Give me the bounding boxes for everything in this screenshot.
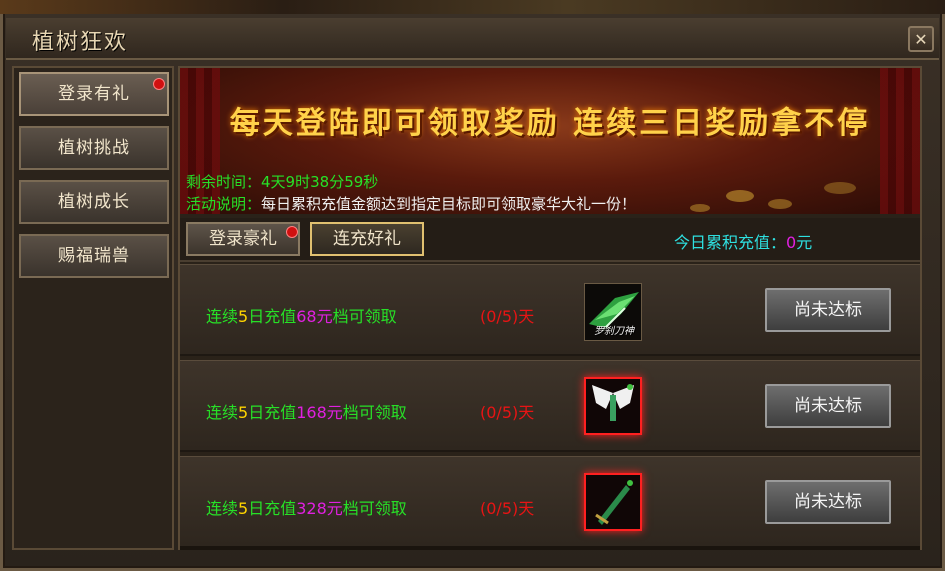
notification-dot: [286, 226, 298, 238]
tab-label: 登录豪礼: [209, 229, 277, 249]
item-art: [586, 379, 640, 433]
sidebar-item-lucky-beast[interactable]: 赐福瑞兽: [19, 234, 169, 278]
condition-text: 连续: [206, 403, 239, 422]
reward-condition: 连续5日充值68元档可领取: [206, 303, 397, 327]
close-icon: ✕: [914, 30, 928, 49]
window-title: 植树狂欢: [32, 30, 129, 55]
claim-button[interactable]: 尚未达标: [765, 288, 891, 332]
reward-condition: 连续5日充值168元档可领取: [206, 399, 407, 423]
claim-button[interactable]: 尚未达标: [765, 384, 891, 428]
top-strip: [0, 0, 945, 14]
reward-progress: (0/5)天: [480, 307, 535, 326]
remaining-time: 剩余时间：4天9时38分59秒: [186, 171, 378, 192]
condition-text: 日充值: [248, 403, 297, 422]
condition-amount: 168元: [296, 403, 343, 422]
jade-sword-icon[interactable]: [584, 473, 642, 531]
reward-condition: 连续5日充值328元档可领取: [206, 495, 407, 519]
condition-text: 连续: [206, 499, 239, 518]
condition-text: 连续: [206, 307, 239, 326]
condition-text: 日充值: [248, 307, 297, 326]
condition-text: 档可领取: [342, 499, 407, 518]
event-description: 活动说明：每日累积充值金额达到指定目标即可领取豪华大礼一份！: [186, 193, 636, 214]
sidebar-item-tree-growth[interactable]: 植树成长: [19, 180, 169, 224]
desc-label: 活动说明：: [186, 195, 262, 213]
condition-text: 日充值: [248, 499, 297, 518]
remaining-value: 4天9时38分59秒: [261, 173, 379, 191]
angel-wings-icon[interactable]: [584, 377, 642, 435]
reward-progress: (0/5)天: [480, 499, 535, 518]
tab-recharge-gift[interactable]: 连充好礼: [310, 222, 424, 256]
item-art: [586, 475, 640, 529]
remaining-label: 剩余时间：: [186, 173, 262, 191]
sidebar-item-label: 植树挑战: [58, 138, 130, 158]
close-button[interactable]: ✕: [908, 26, 934, 52]
desc-value: 每日累积充值金额达到指定目标即可领取豪华大礼一份！: [261, 195, 637, 213]
notification-dot: [153, 78, 165, 90]
sidebar-item-label: 赐福瑞兽: [58, 246, 130, 266]
title-bar: 植树狂欢: [6, 18, 939, 60]
today-recharge-unit: 元: [796, 233, 813, 252]
bottom-border: [180, 546, 920, 550]
condition-days: 5: [238, 403, 249, 422]
sidebar-item-tree-challenge[interactable]: 植树挑战: [19, 126, 169, 170]
sidebar-item-label: 植树成长: [58, 192, 130, 212]
condition-days: 5: [238, 499, 249, 518]
item-name: 罗刹刀神: [594, 326, 634, 337]
winged-blade-icon[interactable]: 罗刹刀神: [584, 283, 642, 341]
condition-amount: 68元: [296, 307, 333, 326]
sidebar-item-login-gift[interactable]: 登录有礼: [19, 72, 169, 116]
tab-label: 连充好礼: [333, 229, 401, 249]
claim-button[interactable]: 尚未达标: [765, 480, 891, 524]
reward-progress: (0/5)天: [480, 403, 535, 422]
condition-amount: 328元: [296, 499, 343, 518]
today-recharge-label: 今日累积充值：: [674, 233, 787, 252]
tab-login-gift[interactable]: 登录豪礼: [186, 222, 300, 256]
today-recharge: 今日累积充值：0元: [674, 229, 812, 253]
condition-text: 档可领取: [332, 307, 397, 326]
sidebar: 登录有礼 植树挑战 植树成长 赐福瑞兽: [12, 66, 174, 550]
today-recharge-value: 0: [786, 233, 797, 252]
condition-text: 档可领取: [342, 403, 407, 422]
sidebar-item-label: 登录有礼: [58, 84, 130, 104]
condition-days: 5: [238, 307, 249, 326]
